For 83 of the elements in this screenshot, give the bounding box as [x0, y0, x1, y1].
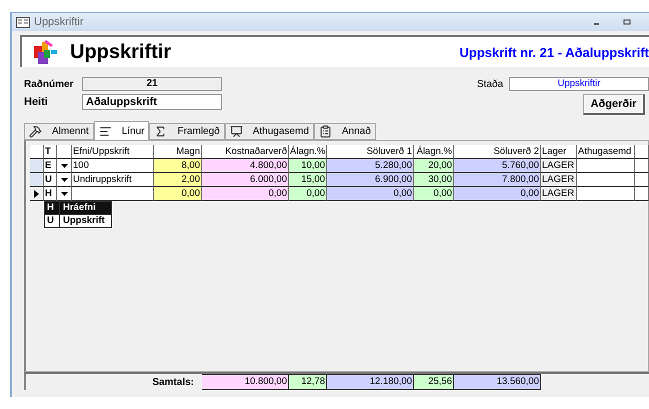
tab[interactable]: Annað: [314, 123, 376, 140]
dropdown-button[interactable]: [57, 187, 72, 201]
tab[interactable]: Línur: [94, 121, 150, 140]
table-cell: 30,00: [414, 173, 454, 187]
tab[interactable]: Framlegð: [149, 123, 225, 140]
table-cell: [635, 187, 649, 201]
table-cell: [577, 173, 635, 187]
table-cell: 0,00: [327, 187, 414, 201]
column-header: T: [44, 145, 57, 159]
header-cell: [30, 145, 44, 159]
column-header: Söluverð 2: [454, 145, 541, 159]
table-cell: 8,00: [154, 159, 202, 173]
table-cell: 15,00: [289, 173, 327, 187]
totals-label: Samtals:: [151, 376, 195, 388]
total-cell: 10.800,00: [202, 374, 289, 390]
number-label: Raðnúmer: [24, 78, 74, 90]
page-title: Uppskriftir: [70, 40, 172, 64]
table-cell: 0,00: [454, 187, 541, 201]
table-cell: [577, 159, 635, 173]
table-cell: 0,00: [154, 187, 202, 201]
table-cell: 100: [72, 159, 154, 173]
table-cell: 0,00: [202, 187, 289, 201]
row-selector[interactable]: [30, 159, 44, 173]
table-cell: [635, 159, 649, 173]
name-label: Heiti: [24, 96, 49, 108]
table-cell: 20,00: [414, 159, 454, 173]
window-title: Uppskriftir: [34, 16, 85, 28]
table-cell: 2,00: [154, 173, 202, 187]
table-cell: 0,00: [414, 187, 454, 201]
lines-icon: [98, 124, 112, 138]
tab[interactable]: Almennt: [24, 123, 94, 140]
table-cell: 6.900,00: [327, 173, 414, 187]
actions-button[interactable]: Aðgerðir: [583, 94, 645, 115]
table-cell: 10,00: [289, 159, 327, 173]
easel-icon: [230, 125, 243, 138]
column-header: Lager: [541, 145, 577, 159]
column-header: Kostnaðarverð: [202, 145, 289, 159]
table-cell: [577, 187, 635, 201]
status-label: Staða: [477, 78, 504, 90]
total-cell: 12,78: [289, 374, 327, 390]
type-cell[interactable]: E: [44, 159, 57, 173]
sigma-icon: [154, 125, 168, 138]
dropdown-button[interactable]: [57, 159, 72, 173]
column-header: Álagn.%: [414, 145, 454, 159]
type-cell[interactable]: H: [44, 187, 57, 201]
caret-icon: [60, 164, 68, 168]
column-header: Álagn.%: [289, 145, 327, 159]
total-cell: 13.560,00: [454, 374, 541, 390]
caret-icon: [60, 178, 68, 182]
current-row-icon: [34, 190, 39, 198]
maximize-icon[interactable]: [623, 18, 631, 26]
table-cell: 7.800,00: [454, 173, 541, 187]
table-cell: 4.800,00: [202, 159, 289, 173]
table-cell: 0,00: [289, 187, 327, 201]
column-header: Athugasemd: [577, 145, 635, 159]
dropdown-button[interactable]: [57, 173, 72, 187]
header-cell: [635, 145, 649, 159]
table-cell: 5.760,00: [454, 159, 541, 173]
blocks-logo-icon: [32, 38, 58, 66]
table-cell: [635, 173, 649, 187]
dropdown-option[interactable]: U Uppskrift: [45, 214, 111, 227]
header-cell: [57, 145, 72, 159]
status-field[interactable]: Uppskriftir: [509, 77, 649, 91]
row-selector[interactable]: [30, 173, 44, 187]
window-icon: [16, 16, 30, 28]
dropdown-option[interactable]: H Hráefni: [45, 202, 111, 214]
table-cell: 6.000,00: [202, 173, 289, 187]
table-cell: Undiruppskrift: [72, 173, 154, 187]
hammer-icon: [29, 125, 42, 138]
total-cell: 25,56: [414, 374, 454, 390]
tab[interactable]: Athugasemd: [224, 123, 314, 140]
column-header: Magn: [154, 145, 202, 159]
column-header: Söluverð 1: [327, 145, 414, 159]
clipboard-icon: [318, 125, 332, 138]
type-cell[interactable]: U: [44, 173, 57, 187]
caret-icon: [60, 192, 68, 196]
number-field: 21: [82, 77, 222, 91]
name-field[interactable]: Aðaluppskrift: [82, 94, 222, 110]
column-header: Efni/Uppskrift: [72, 145, 154, 159]
recipe-subtitle: Uppskrift nr. 21 - Aðaluppskrift: [460, 44, 649, 60]
table-cell: 5.280,00: [327, 159, 414, 173]
total-cell: 12.180,00: [327, 374, 414, 390]
row-selector[interactable]: [30, 187, 44, 201]
